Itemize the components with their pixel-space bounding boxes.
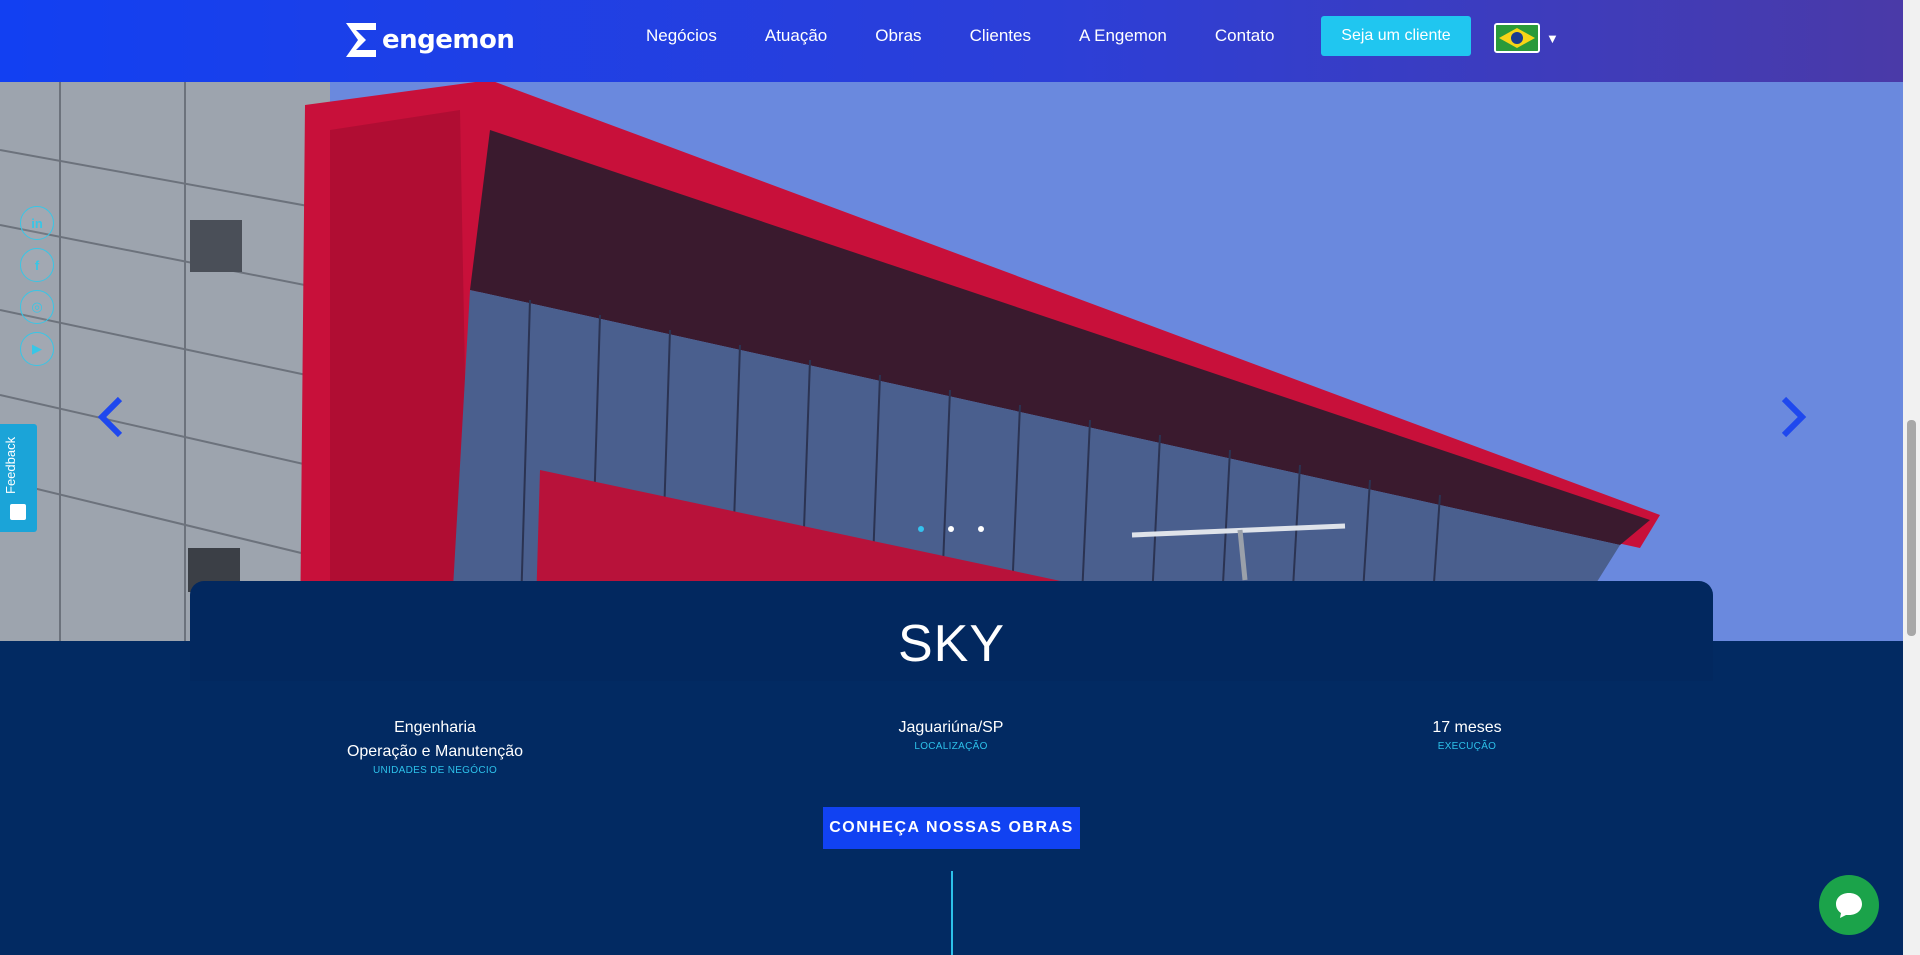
slider-dot-3[interactable] (978, 526, 984, 532)
page: engemon Negócios Atuação Obras Clientes … (0, 0, 1903, 955)
feedback-tab[interactable]: Feedback (0, 424, 37, 532)
facebook-icon[interactable]: f (20, 248, 54, 282)
feedback-label: Feedback (3, 436, 18, 494)
language-selector[interactable]: ▼ (1494, 23, 1559, 53)
site-header: engemon Negócios Atuação Obras Clientes … (0, 0, 1903, 82)
fact-value-line: 17 meses (1432, 719, 1502, 736)
nav-a-engemon[interactable]: A Engemon (1079, 24, 1167, 48)
become-client-button[interactable]: Seja um cliente (1321, 16, 1471, 56)
fact-value-line: Operação e Manutenção (346, 743, 524, 760)
engemon-logo[interactable]: engemon (346, 22, 515, 58)
fact-label: LOCALIZAÇÃO (914, 741, 988, 752)
nav-negocios[interactable]: Negócios (646, 24, 717, 48)
project-title: SKY (897, 615, 1006, 673)
hero-image (0, 0, 1903, 641)
scrollbar-thumb[interactable] (1907, 420, 1916, 636)
fact-location: Jaguariúna/SP LOCALIZAÇÃO (801, 716, 1101, 754)
linkedin-icon[interactable]: in (20, 206, 54, 240)
page-scrollbar[interactable] (1903, 0, 1920, 955)
slider-next-arrow-icon[interactable] (1776, 395, 1810, 439)
feedback-icon (10, 504, 26, 520)
brazil-flag-icon (1494, 23, 1540, 53)
nav-obras[interactable]: Obras (875, 24, 921, 48)
main-nav: Negócios Atuação Obras Clientes A Engemo… (646, 24, 1322, 48)
nav-atuacao[interactable]: Atuação (765, 24, 827, 48)
fact-execution: 17 meses EXECUÇÃO (1317, 716, 1617, 754)
sigma-logo-icon (346, 23, 376, 57)
social-links: in f ◎ ▶ (20, 206, 54, 366)
instagram-icon[interactable]: ◎ (20, 290, 54, 324)
fact-value-line: Engenharia (394, 719, 476, 736)
nav-clientes[interactable]: Clientes (970, 24, 1031, 48)
hero-slider (0, 0, 1903, 641)
chat-button[interactable] (1819, 875, 1879, 935)
chevron-down-icon: ▼ (1546, 30, 1559, 46)
slider-prev-arrow-icon[interactable] (94, 395, 128, 439)
slider-dots (918, 526, 984, 532)
see-projects-button[interactable]: CONHEÇA NOSSAS OBRAS (823, 807, 1080, 849)
youtube-icon[interactable]: ▶ (20, 332, 54, 366)
fact-label: UNIDADES DE NEGÓCIO (372, 765, 498, 776)
fact-value-line: Jaguariúna/SP (898, 719, 1004, 736)
chat-bubble-icon (1836, 893, 1862, 918)
fact-label: EXECUÇÃO (1437, 741, 1497, 752)
divider-line (951, 871, 953, 955)
slider-dot-2[interactable] (948, 526, 954, 532)
logo-text: engemon (382, 25, 515, 55)
slider-dot-1[interactable] (918, 526, 924, 532)
nav-contato[interactable]: Contato (1215, 24, 1275, 48)
fact-business-units: Engenharia Operação e Manutenção UNIDADE… (285, 716, 585, 778)
